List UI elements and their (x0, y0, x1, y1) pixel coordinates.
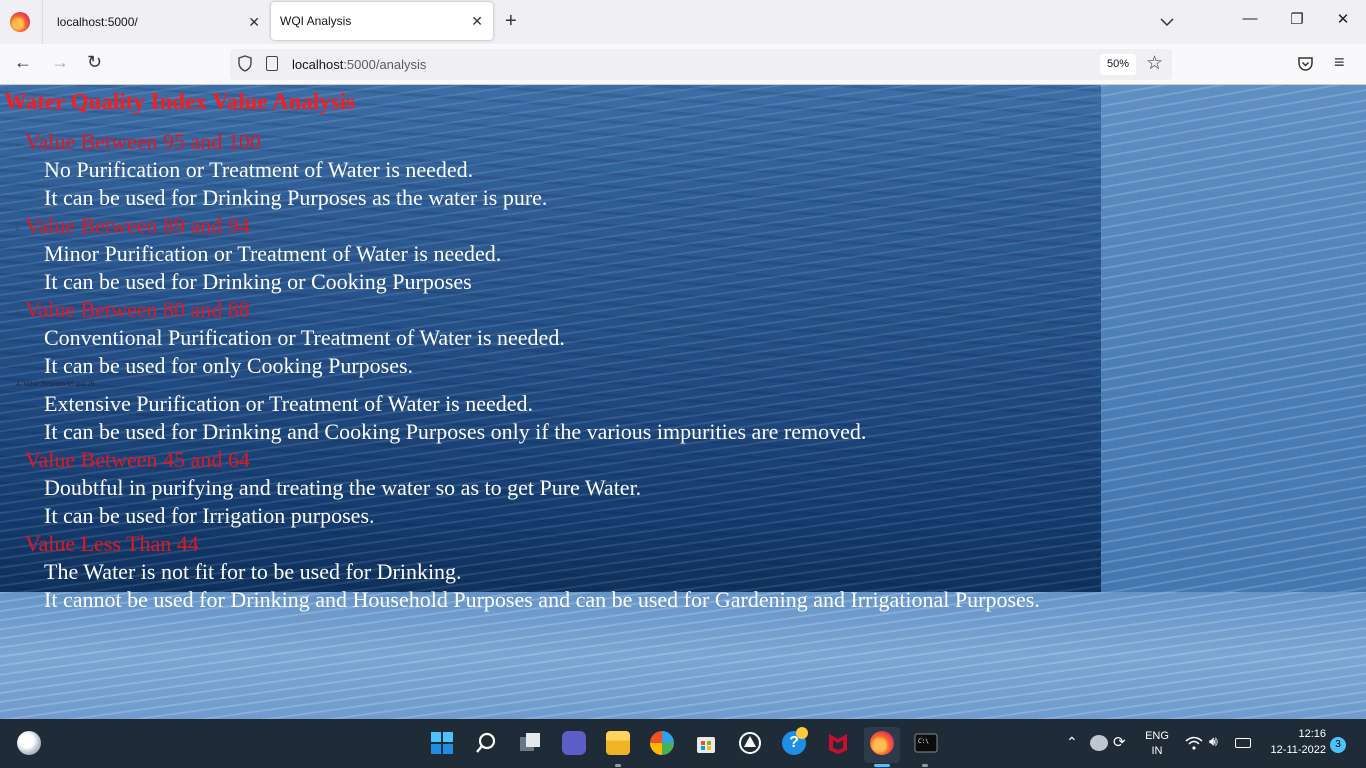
url-text[interactable]: localhost:5000/analysis (292, 57, 426, 72)
category-title: Value Less Than 44 (25, 531, 199, 556)
list-item: It cannot be used for Drinking and House… (44, 587, 1040, 612)
tab-localhost[interactable]: localhost:5000/ ✕ (42, 0, 270, 44)
list-item: The Water is not fit for to be used for … (44, 559, 462, 584)
notification-badge[interactable]: 3 (1330, 737, 1346, 753)
close-window-button[interactable]: ✕ (1323, 10, 1363, 34)
page-title: Water Quality Index Value Analysis (4, 89, 356, 114)
list-item: Conventional Purification or Treatment o… (44, 325, 565, 350)
microsoft-store-icon[interactable] (694, 731, 718, 755)
clock-date: 12-11-2022 (1270, 744, 1326, 756)
back-arrow-icon[interactable]: ← (14, 52, 32, 73)
category-title-text: Value Between 65 and 79 (22, 380, 95, 388)
chevron-up-icon[interactable]: ⌃ (1066, 734, 1078, 751)
help-badge-icon (796, 727, 808, 739)
new-tab-button[interactable]: + (505, 10, 517, 33)
onedrive-icon[interactable] (1090, 735, 1108, 751)
list-item: It can be used for only Cooking Purposes… (44, 353, 414, 378)
active-app-indicator (874, 764, 890, 767)
language-indicator[interactable]: ENG IN (1140, 730, 1174, 757)
mcafee-icon[interactable] (826, 731, 850, 755)
list-item: It can be used for Drinking Purposes as … (44, 185, 548, 210)
weather-icon[interactable] (17, 731, 41, 755)
app-icon[interactable] (738, 731, 762, 755)
tab-wqi-analysis[interactable]: WQI Analysis ✕ (271, 2, 493, 40)
page-content: Water Quality Index Value Analysis 1. Va… (0, 85, 1366, 719)
zoom-level-button[interactable]: 50% (1100, 54, 1136, 75)
reload-icon[interactable]: ↻ (87, 52, 102, 73)
list-number: 4. (16, 380, 22, 388)
tab-bar: localhost:5000/ ✕ WQI Analysis ✕ + — ❐ ✕ (0, 0, 1366, 44)
tab-title: localhost:5000/ (57, 15, 138, 29)
menu-icon[interactable]: ≡ (1334, 52, 1345, 73)
bookmark-star-icon[interactable]: ☆ (1146, 52, 1163, 75)
clock-time: 12:16 (1298, 728, 1326, 740)
category-title: 4. Value Between 65 and 79 (16, 380, 94, 388)
running-app-indicator (922, 764, 928, 767)
list-item: No Purification or Treatment of Water is… (44, 157, 474, 182)
taskbar: ? C:\ ⌃ ⟳ ENG IN 🔊︎ 12:16 12-11-2022 3 (0, 719, 1366, 768)
clock[interactable]: 12:16 12-11-2022 (1262, 728, 1326, 756)
category-title: Value Between 80 and 88 (25, 297, 250, 322)
url-host: localhost (292, 57, 344, 72)
list-number: 1. (16, 143, 20, 148)
chevron-down-icon[interactable] (1158, 13, 1176, 31)
file-explorer-icon[interactable] (606, 731, 630, 755)
url-bar[interactable]: localhost:5000/analysis 50% ☆ (230, 49, 1172, 80)
terminal-icon[interactable]: C:\ (914, 731, 938, 755)
category-title: Value Between 89 and 94 (25, 213, 250, 238)
teams-chat-icon[interactable] (562, 731, 586, 755)
list-item: It can be used for Drinking and Cooking … (44, 419, 867, 444)
task-view-icon[interactable] (518, 731, 542, 755)
close-icon[interactable]: ✕ (248, 14, 260, 31)
url-path: :5000/analysis (343, 57, 427, 72)
list-number: 3. (16, 311, 20, 316)
firefox-icon (870, 731, 894, 755)
navigation-bar: ← → ↻ localhost:5000/analysis 50% ☆ ≡ (0, 44, 1366, 85)
restore-button[interactable]: ❐ (1277, 10, 1317, 34)
running-app-indicator (615, 764, 621, 767)
volume-icon[interactable]: 🔊︎ (1209, 733, 1218, 750)
page-icon (266, 56, 278, 71)
firefox-icon[interactable] (10, 12, 30, 32)
list-number: 2. (16, 227, 20, 232)
windows-start-icon[interactable] (430, 731, 454, 755)
shield-icon[interactable] (238, 55, 252, 72)
category-title: Value Between 95 and 100 (25, 129, 261, 154)
list-item: It can be used for Drinking or Cooking P… (44, 269, 472, 294)
sync-icon[interactable]: ⟳ (1113, 733, 1126, 751)
language-secondary: IN (1151, 745, 1163, 757)
wifi-icon[interactable] (1185, 735, 1203, 751)
forward-arrow-icon[interactable]: → (51, 52, 69, 73)
pocket-icon[interactable] (1297, 56, 1314, 72)
list-item: Minor Purification or Treatment of Water… (44, 241, 502, 266)
language-primary: ENG (1145, 730, 1169, 742)
list-item: Extensive Purification or Treatment of W… (44, 391, 534, 416)
list-item: Doubtful in purifying and treating the w… (44, 475, 642, 500)
edge-browser-icon[interactable] (650, 731, 674, 755)
category-title: Value Between 45 and 64 (25, 447, 250, 472)
battery-icon[interactable] (1235, 738, 1251, 748)
tab-title: WQI Analysis (280, 14, 352, 28)
svg-text:C:\: C:\ (918, 738, 929, 745)
list-number: 5. (16, 461, 20, 466)
minimize-button[interactable]: — (1230, 10, 1270, 34)
list-item: It can be used for Irrigation purposes. (44, 503, 375, 528)
close-icon[interactable]: ✕ (471, 13, 483, 30)
search-icon[interactable] (474, 731, 498, 755)
list-number: 6. (16, 545, 20, 550)
